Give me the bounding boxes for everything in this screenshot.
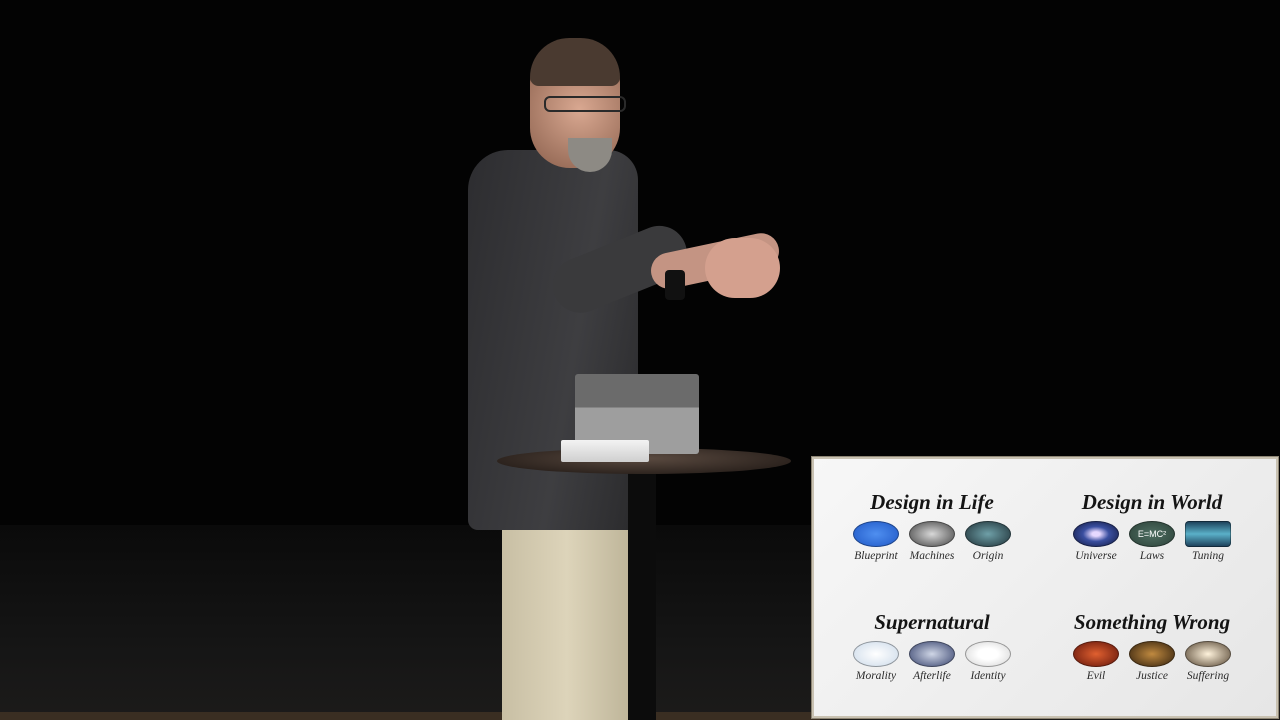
- topic-item: Blueprint: [852, 521, 900, 562]
- tuning-icon: [1185, 521, 1231, 547]
- evil-icon: [1073, 641, 1119, 667]
- glasses: [544, 96, 626, 112]
- topic-item: Tuning: [1184, 521, 1232, 562]
- quadrant-something-wrong: Something Wrong Evil Justice Suffering: [1042, 609, 1262, 682]
- machines-icon: [909, 521, 955, 547]
- morality-icon: [853, 641, 899, 667]
- topic-label: Machines: [909, 550, 955, 562]
- quadrant-title: Design in World: [1081, 490, 1223, 514]
- quadrant-design-in-world: Design in World Universe E=MC² Laws Tuni…: [1042, 489, 1262, 562]
- identity-icon: [965, 641, 1011, 667]
- topic-item: Afterlife: [908, 641, 956, 682]
- table-pole: [628, 470, 656, 720]
- topic-label: Blueprint: [854, 550, 898, 562]
- presenter-hair: [530, 38, 620, 86]
- laws-icon: E=MC²: [1129, 521, 1175, 547]
- topic-label: Universe: [1075, 550, 1117, 562]
- blueprint-icon: [853, 521, 899, 547]
- universe-icon: [1073, 521, 1119, 547]
- slide-inset: Design in Life Blueprint Machines Origin…: [812, 457, 1278, 718]
- icon-row: Evil Justice Suffering: [1042, 641, 1262, 682]
- topic-item: Evil: [1072, 641, 1120, 682]
- topic-item: Suffering: [1184, 641, 1232, 682]
- icon-row: Universe E=MC² Laws Tuning: [1042, 521, 1262, 562]
- topic-item: Identity: [964, 641, 1012, 682]
- topic-label: Laws: [1139, 550, 1165, 562]
- topic-label: Justice: [1136, 670, 1168, 682]
- topic-item: Origin: [964, 521, 1012, 562]
- icon-row: Morality Afterlife Identity: [822, 641, 1042, 682]
- topic-label: Morality: [855, 670, 897, 682]
- presenter-hands: [705, 238, 780, 298]
- quadrant-title: Design in Life: [870, 490, 994, 514]
- afterlife-icon: [909, 641, 955, 667]
- wristwatch: [665, 270, 685, 300]
- topic-label: Suffering: [1186, 670, 1230, 682]
- topic-item: Morality: [852, 641, 900, 682]
- topic-item: Universe: [1072, 521, 1120, 562]
- quadrant-title: Something Wrong: [1073, 610, 1231, 634]
- origin-icon: [965, 521, 1011, 547]
- quadrant-supernatural: Supernatural Morality Afterlife Identity: [822, 609, 1042, 682]
- topic-item: Machines: [908, 521, 956, 562]
- icon-row: Blueprint Machines Origin: [822, 521, 1042, 562]
- topic-label: Origin: [972, 550, 1004, 562]
- topic-item: Justice: [1128, 641, 1176, 682]
- presenter-legs: [502, 508, 632, 720]
- topic-label: Identity: [970, 670, 1006, 682]
- topic-label: Tuning: [1192, 550, 1224, 562]
- justice-icon: [1129, 641, 1175, 667]
- quadrant-title: Supernatural: [874, 610, 990, 634]
- quadrant-design-in-life: Design in Life Blueprint Machines Origin: [822, 489, 1042, 562]
- topic-item: E=MC² Laws: [1128, 521, 1176, 562]
- book: [561, 440, 649, 462]
- topic-label: Afterlife: [913, 670, 951, 682]
- suffering-icon: [1185, 641, 1231, 667]
- topic-label: Evil: [1086, 670, 1106, 682]
